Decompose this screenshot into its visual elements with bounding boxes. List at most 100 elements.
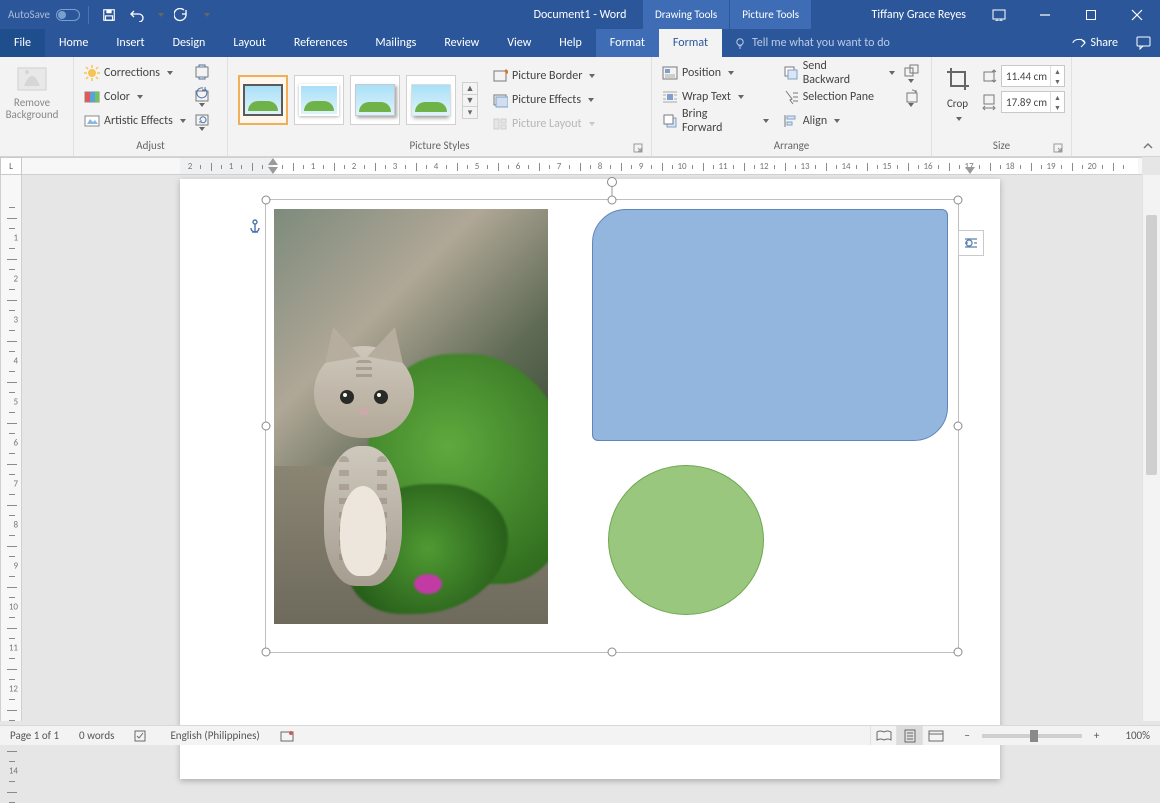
width-icon xyxy=(981,93,997,111)
tab-insert[interactable]: Insert xyxy=(102,29,158,57)
reset-picture-icon[interactable] xyxy=(194,111,216,133)
bring-forward-button[interactable]: Bring Forward xyxy=(658,109,773,133)
qat-customize[interactable] xyxy=(197,3,213,27)
size-launcher-icon[interactable] xyxy=(1053,143,1065,155)
autosave-switch[interactable] xyxy=(56,9,80,21)
align-button[interactable]: Align xyxy=(779,109,899,133)
tab-drawing-format[interactable]: Format xyxy=(596,29,659,57)
artistic-effects-button[interactable]: Artistic Effects xyxy=(80,109,190,133)
resize-handle-se[interactable] xyxy=(954,648,963,657)
resize-handle-e[interactable] xyxy=(954,422,963,431)
vertical-ruler[interactable]: 1234567891011121314 xyxy=(0,175,22,721)
autosave-label: AutoSave xyxy=(8,8,50,21)
undo-icon[interactable] xyxy=(125,3,149,27)
autosave-toggle[interactable]: AutoSave xyxy=(8,8,80,21)
layout-options-icon[interactable] xyxy=(958,230,984,256)
selection-pane-button[interactable]: Selection Pane xyxy=(779,85,899,109)
gallery-scroll[interactable]: ▲▼▾ xyxy=(462,82,478,119)
macro-recording-icon[interactable] xyxy=(270,726,304,745)
picture-tools-tab-header[interactable]: Picture Tools xyxy=(730,0,811,29)
collapse-ribbon-icon[interactable] xyxy=(1140,138,1156,154)
document-area: L 211234567891011121314151617181920 1234… xyxy=(0,157,1160,725)
style-thumb-5[interactable] xyxy=(406,75,456,125)
selection-frame[interactable] xyxy=(265,199,959,653)
remove-background-button[interactable]: Remove Background xyxy=(6,61,58,139)
document-page[interactable] xyxy=(180,179,1000,779)
resize-handle-w[interactable] xyxy=(262,422,271,431)
wrap-text-button[interactable]: Wrap Text xyxy=(658,85,773,109)
ribbon-tabs: File Home Insert Design Layout Reference… xyxy=(0,29,1160,57)
resize-handle-n[interactable] xyxy=(608,196,617,205)
tab-home[interactable]: Home xyxy=(45,29,102,57)
undo-dropdown[interactable] xyxy=(153,3,165,27)
tab-selector[interactable]: L xyxy=(0,157,22,175)
tab-mailings[interactable]: Mailings xyxy=(361,29,430,57)
page-count[interactable]: Page 1 of 1 xyxy=(0,726,69,745)
close-icon[interactable] xyxy=(1114,0,1160,29)
tab-layout[interactable]: Layout xyxy=(219,29,280,57)
rotate-handle[interactable] xyxy=(607,177,617,187)
arrange-group-label: Arrange xyxy=(658,139,925,156)
share-button[interactable]: Share xyxy=(1062,29,1128,57)
spellcheck-icon[interactable] xyxy=(124,726,160,745)
picture-effects-button[interactable]: Picture Effects xyxy=(488,88,599,112)
user-name[interactable]: Tiffany Grace Reyes xyxy=(861,8,976,22)
tab-view[interactable]: View xyxy=(493,29,545,57)
ribbon-display-options-icon[interactable] xyxy=(976,0,1022,29)
word-count[interactable]: 0 words xyxy=(69,726,124,745)
zoom-out-icon[interactable]: − xyxy=(958,729,975,742)
send-backward-button[interactable]: Send Backward xyxy=(779,61,899,85)
horizontal-ruler[interactable]: 211234567891011121314151617181920 xyxy=(22,157,1142,175)
align-icon xyxy=(783,113,799,129)
picture-layout-button: Picture Layout xyxy=(488,112,599,136)
tell-me-search[interactable]: Tell me what you want to do xyxy=(722,29,1062,57)
rotate-objects-icon[interactable] xyxy=(903,87,925,109)
language[interactable]: English (Philippines) xyxy=(160,726,269,745)
tab-help[interactable]: Help xyxy=(545,29,596,57)
tab-review[interactable]: Review xyxy=(430,29,493,57)
save-icon[interactable] xyxy=(97,3,121,27)
height-input[interactable]: 11.44 cm▲▼ xyxy=(1001,65,1065,87)
maximize-icon[interactable] xyxy=(1068,0,1114,29)
style-thumb-2[interactable] xyxy=(294,75,344,125)
width-input[interactable]: 17.89 cm▲▼ xyxy=(1001,91,1065,113)
tab-references[interactable]: References xyxy=(280,29,362,57)
ribbon: Remove Background Corrections Color Arti… xyxy=(0,57,1160,157)
corrections-button[interactable]: Corrections xyxy=(80,61,190,85)
crop-button[interactable]: Crop xyxy=(938,61,977,139)
drawing-tools-tab-header[interactable]: Drawing Tools xyxy=(643,0,729,29)
picture-border-button[interactable]: Picture Border xyxy=(488,64,599,88)
read-mode-icon[interactable] xyxy=(870,726,896,745)
remove-background-icon xyxy=(16,63,48,95)
share-label: Share xyxy=(1090,36,1118,50)
picture-layout-icon xyxy=(492,116,508,132)
picture-styles-gallery[interactable]: ▲▼▾ xyxy=(234,71,482,129)
tab-picture-format[interactable]: Format xyxy=(659,29,722,57)
resize-handle-s[interactable] xyxy=(608,648,617,657)
style-thumb-3[interactable] xyxy=(238,75,288,125)
tab-file[interactable]: File xyxy=(0,29,45,57)
compress-pictures-icon[interactable] xyxy=(194,63,216,85)
adjust-group-label: Adjust xyxy=(80,139,221,156)
vertical-scrollbar[interactable] xyxy=(1142,175,1160,721)
zoom-in-icon[interactable]: + xyxy=(1088,729,1105,742)
corrections-icon xyxy=(84,65,100,81)
tab-design[interactable]: Design xyxy=(159,29,220,57)
change-picture-icon[interactable] xyxy=(194,87,216,109)
zoom-level[interactable]: 100% xyxy=(1115,726,1160,745)
position-button[interactable]: Position xyxy=(658,61,773,85)
zoom-slider[interactable] xyxy=(982,734,1082,738)
print-layout-icon[interactable] xyxy=(896,726,922,745)
comments-icon[interactable] xyxy=(1128,29,1160,57)
color-button[interactable]: Color xyxy=(80,85,190,109)
minimize-icon[interactable] xyxy=(1022,0,1068,29)
group-objects-icon[interactable] xyxy=(903,63,925,85)
picture-styles-launcher-icon[interactable] xyxy=(633,143,645,155)
resize-handle-ne[interactable] xyxy=(954,196,963,205)
web-layout-icon[interactable] xyxy=(922,726,948,745)
style-thumb-4[interactable] xyxy=(350,75,400,125)
resize-handle-sw[interactable] xyxy=(262,648,271,657)
artistic-effects-icon xyxy=(84,113,100,129)
redo-icon[interactable] xyxy=(169,3,193,27)
resize-handle-nw[interactable] xyxy=(262,196,271,205)
